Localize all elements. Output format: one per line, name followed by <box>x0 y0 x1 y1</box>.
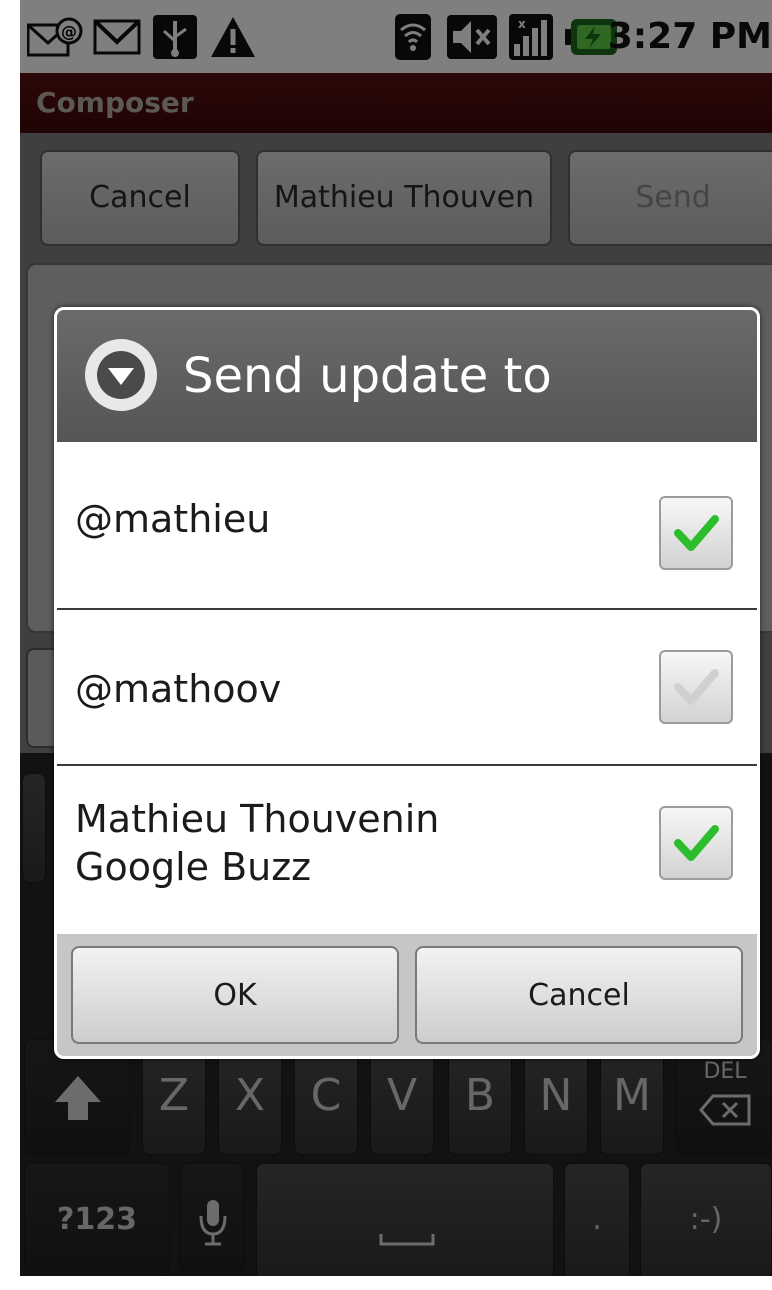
option-label: @mathoov <box>75 667 282 711</box>
checkmark-icon <box>674 825 719 861</box>
option-row-mathieu[interactable]: @mathieu <box>57 442 757 596</box>
option-checkbox-mathieu[interactable] <box>659 496 733 570</box>
dialog-cancel-button[interactable]: Cancel <box>415 946 743 1044</box>
dialog-header: Send update to <box>57 310 757 442</box>
option-label-line2: Google Buzz <box>75 845 312 889</box>
option-label-line1: Mathieu Thouvenin <box>75 797 440 841</box>
checkmark-icon <box>674 515 719 551</box>
dropdown-circle-icon <box>85 339 157 411</box>
option-row-google-buzz[interactable]: Mathieu Thouvenin Google Buzz <box>57 766 757 934</box>
checkmark-icon <box>674 669 719 705</box>
option-label: @mathieu <box>75 497 271 541</box>
dialog-button-bar: OK Cancel <box>57 934 757 1056</box>
phone-screen: @ <box>20 0 772 1276</box>
dialog-title: Send update to <box>183 348 552 404</box>
option-checkbox-google-buzz[interactable] <box>659 806 733 880</box>
ok-button[interactable]: OK <box>71 946 399 1044</box>
send-update-dialog: Send update to @mathieu @mathoov Mathieu… <box>54 307 760 1059</box>
option-row-mathoov[interactable]: @mathoov <box>57 610 757 764</box>
option-checkbox-mathoov[interactable] <box>659 650 733 724</box>
